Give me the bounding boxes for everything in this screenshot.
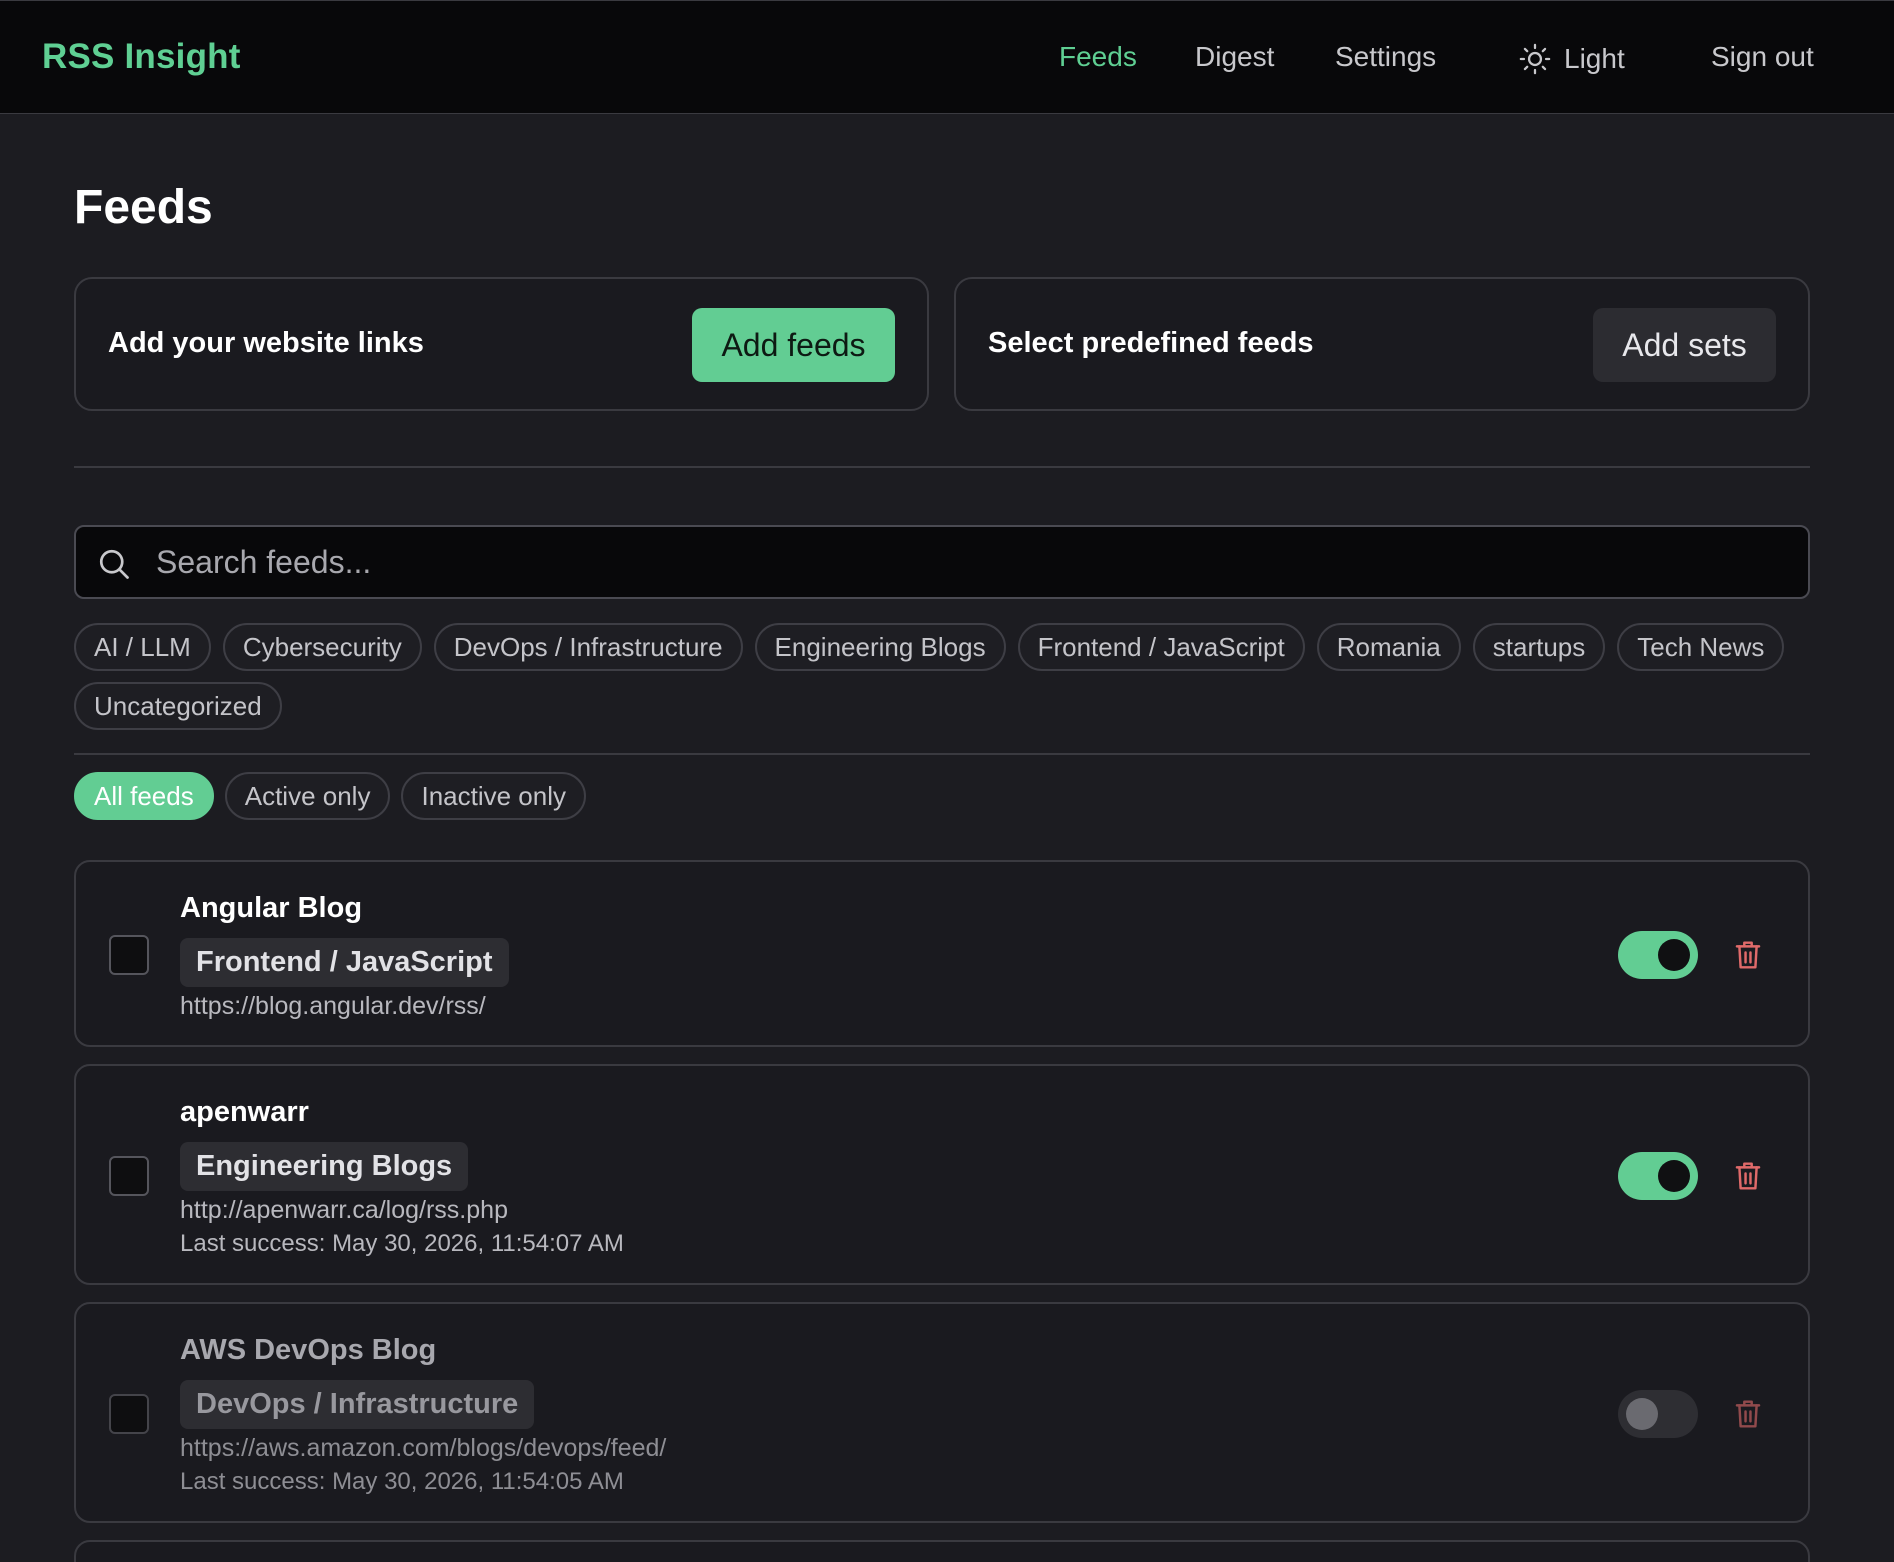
brand-logo[interactable]: RSS Insight bbox=[42, 37, 241, 77]
feed-card: apenwarr Engineering Blogs http://apenwa… bbox=[74, 1064, 1810, 1285]
feed-category-tag: Engineering Blogs bbox=[180, 1142, 469, 1191]
feed-select-checkbox[interactable] bbox=[109, 935, 149, 975]
nav-settings[interactable]: Settings bbox=[1335, 41, 1436, 73]
feed-card bbox=[74, 1540, 1810, 1562]
trash-icon[interactable] bbox=[1733, 939, 1763, 971]
search-icon bbox=[99, 549, 129, 579]
feed-active-toggle[interactable] bbox=[1618, 931, 1698, 979]
add-sets-button[interactable]: Add sets bbox=[1593, 308, 1776, 382]
filter-active-only[interactable]: Active only bbox=[224, 772, 391, 820]
top-navigation-bar: RSS Insight Feeds Digest Settings Light … bbox=[0, 0, 1894, 114]
search-input[interactable] bbox=[156, 527, 1776, 597]
add-links-card: Add your website links Add feeds bbox=[74, 277, 929, 411]
feed-url: https://aws.amazon.com/blogs/devops/feed… bbox=[180, 1434, 667, 1462]
feed-card: Angular Blog Frontend / JavaScript https… bbox=[74, 860, 1810, 1047]
feed-category-tag: DevOps / Infrastructure bbox=[180, 1380, 535, 1429]
tag-chip-devops[interactable]: DevOps / Infrastructure bbox=[433, 623, 743, 671]
tag-filter-row: Uncategorized bbox=[74, 682, 1834, 730]
tag-chip-frontend[interactable]: Frontend / JavaScript bbox=[1017, 623, 1305, 671]
add-feeds-button[interactable]: Add feeds bbox=[692, 308, 895, 382]
tag-chip-engineering-blogs[interactable]: Engineering Blogs bbox=[754, 623, 1006, 671]
filter-inactive-only[interactable]: Inactive only bbox=[401, 772, 586, 820]
toggle-knob bbox=[1626, 1398, 1658, 1430]
feed-name: apenwarr bbox=[180, 1096, 309, 1128]
feed-name: AWS DevOps Blog bbox=[180, 1334, 437, 1366]
feed-select-checkbox[interactable] bbox=[109, 1394, 149, 1434]
page-title: Feeds bbox=[74, 181, 213, 234]
theme-toggle-button[interactable]: Light bbox=[1518, 39, 1625, 79]
tag-chip-uncategorized[interactable]: Uncategorized bbox=[74, 682, 282, 730]
feed-last-success: Last success: May 30, 2026, 11:54:07 AM bbox=[180, 1230, 624, 1257]
feed-active-toggle[interactable] bbox=[1618, 1390, 1698, 1438]
section-divider bbox=[74, 753, 1810, 755]
feed-url: http://apenwarr.ca/log/rss.php bbox=[180, 1196, 508, 1224]
tag-chip-startups[interactable]: startups bbox=[1472, 623, 1606, 671]
search-box bbox=[74, 525, 1810, 599]
trash-icon[interactable] bbox=[1733, 1398, 1763, 1430]
tag-filter-row: AI / LLM Cybersecurity DevOps / Infrastr… bbox=[74, 623, 1834, 671]
feed-name: Angular Blog bbox=[180, 892, 363, 924]
sign-out-link[interactable]: Sign out bbox=[1711, 41, 1814, 73]
status-filter-row: All feeds Active only Inactive only bbox=[74, 772, 586, 820]
trash-icon[interactable] bbox=[1733, 1160, 1763, 1192]
tag-chip-tech-news[interactable]: Tech News bbox=[1617, 623, 1785, 671]
feed-url: https://blog.angular.dev/rss/ bbox=[180, 992, 486, 1020]
feed-last-success: Last success: May 30, 2026, 11:54:05 AM bbox=[180, 1468, 624, 1495]
predefined-feeds-text: Select predefined feeds bbox=[988, 327, 1314, 359]
feed-select-checkbox[interactable] bbox=[109, 1156, 149, 1196]
tag-chip-ai-llm[interactable]: AI / LLM bbox=[74, 623, 211, 671]
toggle-knob bbox=[1658, 1160, 1690, 1192]
section-divider bbox=[74, 466, 1810, 468]
feed-card: AWS DevOps Blog DevOps / Infrastructure … bbox=[74, 1302, 1810, 1523]
filter-all-feeds[interactable]: All feeds bbox=[74, 772, 214, 820]
nav-feeds[interactable]: Feeds bbox=[1059, 41, 1137, 73]
sun-icon bbox=[1519, 43, 1551, 75]
add-links-text: Add your website links bbox=[108, 327, 424, 359]
nav-digest[interactable]: Digest bbox=[1195, 41, 1274, 73]
feed-active-toggle[interactable] bbox=[1618, 1152, 1698, 1200]
feed-category-tag: Frontend / JavaScript bbox=[180, 938, 509, 987]
theme-toggle-label: Light bbox=[1564, 43, 1625, 74]
predefined-feeds-card: Select predefined feeds Add sets bbox=[954, 277, 1810, 411]
tag-chip-cybersecurity[interactable]: Cybersecurity bbox=[222, 623, 422, 671]
tag-chip-romania[interactable]: Romania bbox=[1316, 623, 1461, 671]
toggle-knob bbox=[1658, 939, 1690, 971]
